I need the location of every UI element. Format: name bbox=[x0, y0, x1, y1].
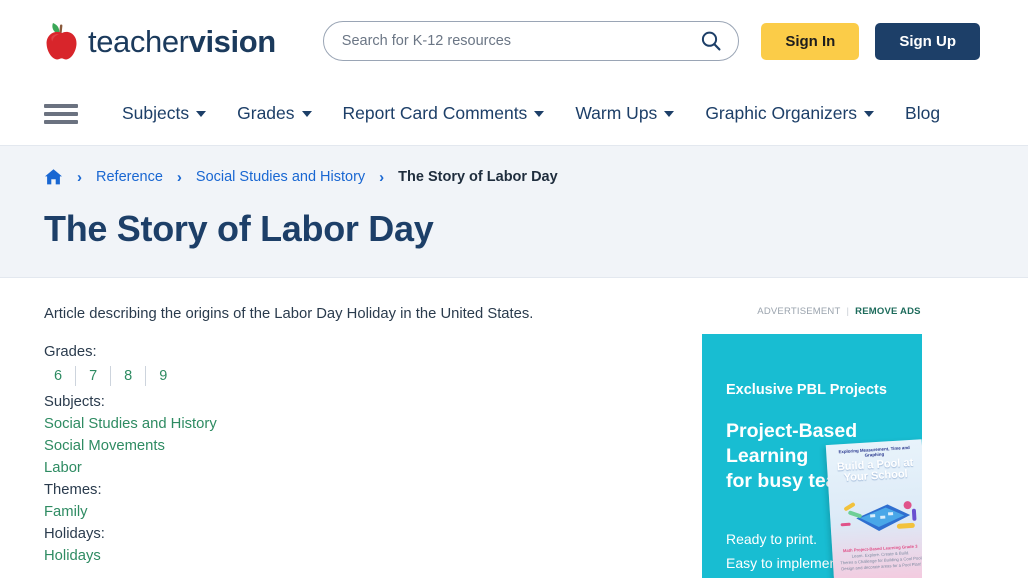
nav-label: Blog bbox=[905, 103, 940, 124]
sign-in-button[interactable]: Sign In bbox=[761, 23, 859, 60]
breadcrumb-item-reference[interactable]: Reference bbox=[96, 169, 163, 185]
grade-link-8[interactable]: 8 bbox=[110, 366, 145, 386]
ad-kicker: Exclusive PBL Projects bbox=[726, 382, 887, 398]
nav-label: Report Card Comments bbox=[343, 103, 528, 124]
article-meta-column: Article describing the origins of the La… bbox=[44, 306, 672, 578]
nav-item-report-card-comments[interactable]: Report Card Comments bbox=[343, 103, 545, 124]
nav-label: Graphic Organizers bbox=[705, 103, 857, 124]
ad-subtext: Ready to print. Easy to implement. bbox=[726, 527, 845, 575]
sign-up-button[interactable]: Sign Up bbox=[875, 23, 980, 60]
search-input[interactable] bbox=[342, 33, 700, 49]
ad-card-illustration bbox=[828, 484, 922, 546]
nav-item-warm-ups[interactable]: Warm Ups bbox=[575, 103, 674, 124]
hamburger-line bbox=[44, 104, 78, 108]
chevron-down-icon bbox=[302, 111, 312, 117]
theme-link-family[interactable]: Family bbox=[44, 504, 672, 520]
hamburger-line bbox=[44, 120, 78, 124]
breadcrumb-item-social-studies-and-history[interactable]: Social Studies and History bbox=[196, 169, 365, 185]
chevron-down-icon bbox=[534, 111, 544, 117]
page-header-band: › Reference › Social Studies and History… bbox=[0, 145, 1028, 278]
grade-link-6[interactable]: 6 bbox=[54, 366, 75, 386]
nav-item-blog[interactable]: Blog bbox=[905, 103, 940, 124]
breadcrumb-item-current: The Story of Labor Day bbox=[398, 169, 558, 185]
remove-ads-link[interactable]: REMOVE ADS bbox=[855, 306, 921, 317]
logo-wordmark: teachervision bbox=[88, 26, 276, 57]
advertisement-banner[interactable]: Exclusive PBL Projects Project-Based Lea… bbox=[702, 334, 922, 578]
grade-link-9[interactable]: 9 bbox=[145, 366, 180, 386]
grade-link-7[interactable]: 7 bbox=[75, 366, 110, 386]
ad-worksheet-card: Exploring Measurement, Time and Graphing… bbox=[826, 439, 922, 578]
nav-item-subjects[interactable]: Subjects bbox=[122, 103, 206, 124]
ad-label-row: ADVERTISEMENT | REMOVE ADS bbox=[702, 306, 982, 317]
nav-label: Subjects bbox=[122, 103, 189, 124]
subject-link-social-movements[interactable]: Social Movements bbox=[44, 438, 672, 454]
site-header: teachervision Sign In Sign Up bbox=[0, 0, 1028, 82]
ad-card-title: Build a Pool at Your School bbox=[827, 455, 922, 486]
main-content: Article describing the origins of the La… bbox=[0, 278, 1028, 578]
ad-label-divider: | bbox=[847, 306, 850, 317]
hamburger-line bbox=[44, 112, 78, 116]
pool-illustration-icon bbox=[828, 484, 922, 546]
advertisement-rail: ADVERTISEMENT | REMOVE ADS Exclusive PBL… bbox=[702, 306, 982, 578]
chevron-down-icon bbox=[864, 111, 874, 117]
breadcrumb-separator: › bbox=[177, 170, 182, 185]
main-navigation: Subjects Grades Report Card Comments War… bbox=[0, 82, 1028, 145]
breadcrumb-separator: › bbox=[379, 170, 384, 185]
logo-word-bold: vision bbox=[189, 24, 276, 59]
home-icon bbox=[44, 168, 63, 186]
search-submit-button[interactable] bbox=[700, 30, 722, 52]
auth-actions: Sign In Sign Up bbox=[761, 23, 980, 60]
nav-label: Warm Ups bbox=[575, 103, 657, 124]
article-description: Article describing the origins of the La… bbox=[44, 306, 672, 322]
nav-label: Grades bbox=[237, 103, 294, 124]
grades-list: 6 7 8 9 bbox=[44, 366, 672, 386]
site-logo[interactable]: teachervision bbox=[44, 21, 276, 61]
chevron-down-icon bbox=[664, 111, 674, 117]
nav-item-graphic-organizers[interactable]: Graphic Organizers bbox=[705, 103, 874, 124]
grades-label: Grades: bbox=[44, 344, 672, 360]
search-icon bbox=[700, 30, 722, 52]
search-bar[interactable] bbox=[323, 21, 739, 61]
breadcrumb-separator: › bbox=[77, 170, 82, 185]
hamburger-menu-icon[interactable] bbox=[44, 101, 78, 127]
page-title: The Story of Labor Day bbox=[44, 208, 984, 250]
breadcrumb-home-link[interactable] bbox=[44, 168, 63, 186]
themes-label: Themes: bbox=[44, 482, 672, 498]
subject-link-social-studies-and-history[interactable]: Social Studies and History bbox=[44, 416, 672, 432]
logo-word-thin: teacher bbox=[88, 24, 189, 59]
nav-item-grades[interactable]: Grades bbox=[237, 103, 311, 124]
apple-logo-icon bbox=[44, 21, 80, 61]
subject-link-labor[interactable]: Labor bbox=[44, 460, 672, 476]
holiday-link-holidays[interactable]: Holidays bbox=[44, 548, 672, 564]
chevron-down-icon bbox=[196, 111, 206, 117]
holidays-label: Holidays: bbox=[44, 526, 672, 542]
breadcrumb: › Reference › Social Studies and History… bbox=[44, 168, 984, 186]
advertisement-label: ADVERTISEMENT bbox=[757, 306, 840, 317]
subjects-label: Subjects: bbox=[44, 394, 672, 410]
